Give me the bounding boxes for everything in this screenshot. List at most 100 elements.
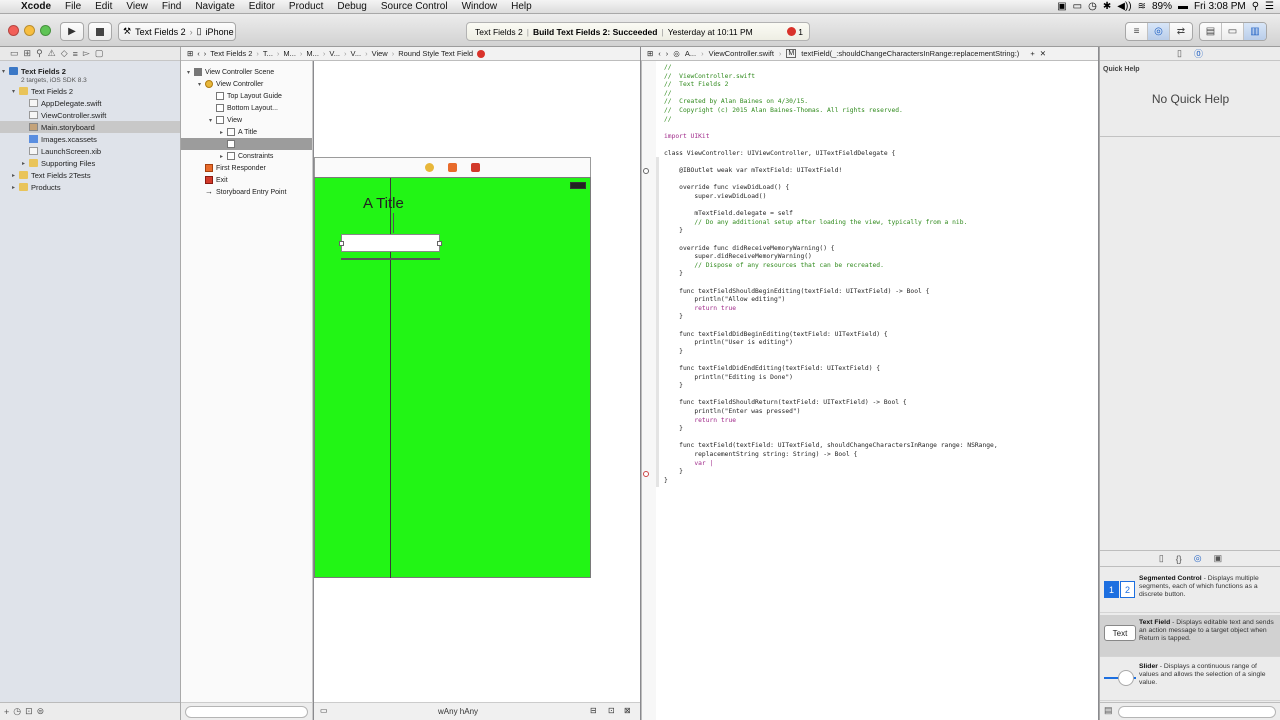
outlet-connection-icon[interactable] [643,168,649,174]
jump-crumb[interactable]: V... [351,49,362,58]
menu-file[interactable]: File [58,1,88,12]
scheme-selector[interactable]: ⚒ Text Fields 2 › ▯ iPhone 6 [118,22,236,41]
jump-crumb[interactable]: T... [263,49,273,58]
related-items-icon[interactable]: ⊞ [187,49,193,58]
size-class-toggle[interactable]: wAny hAny [438,707,478,716]
battery-percent[interactable]: 89% [1152,1,1172,12]
filter-icon[interactable]: ⊜ [37,706,45,717]
scm-icon[interactable]: ⊡ [25,706,33,717]
outline-item[interactable]: ▸ A Title [181,126,312,138]
menu-find[interactable]: Find [155,1,188,12]
editor-mode-segmented[interactable]: ≡ ◎ ⇄ [1125,22,1193,41]
disclosure-icon[interactable]: ▸ [218,153,225,160]
jump-crumb[interactable]: M... [306,49,319,58]
battery-icon[interactable]: ▬ [1178,1,1188,12]
library-item[interactable]: 1 2 Segmented Control - Displays multiple … [1100,571,1280,613]
resize-handle[interactable] [437,241,442,246]
menu-help[interactable]: Help [504,1,539,12]
jump-crumb[interactable]: View [372,49,388,58]
object-library-icon[interactable]: ◎ [1194,553,1202,564]
menu-editor[interactable]: Editor [242,1,282,12]
search-icon[interactable]: ⚲ [36,48,43,59]
disclosure-icon[interactable]: ▸ [218,129,225,136]
debug-icon[interactable]: ≡ [73,49,78,59]
menu-source-control[interactable]: Source Control [374,1,455,12]
outline-item[interactable]: First Responder [181,162,312,174]
error-indicator[interactable]: 1 [787,27,809,37]
time-machine-icon[interactable]: ◷ [1088,1,1097,12]
assistant-editor-icon[interactable]: ◎ [1148,23,1170,40]
menu-view[interactable]: View [119,1,155,12]
volume-icon[interactable]: ◀)) [1117,1,1131,12]
file-inspector-icon[interactable]: ▯ [1177,48,1182,59]
warning-icon[interactable] [477,49,486,58]
navigator-item[interactable]: ▸ Supporting Files [0,157,180,169]
disclosure-icon[interactable]: ▾ [185,69,192,76]
resize-handle[interactable] [339,241,344,246]
version-editor-icon[interactable]: ⇄ [1170,23,1192,40]
navigator-item[interactable]: ▾ Text Fields 2 [0,85,180,97]
zoom-window-button[interactable] [40,25,51,36]
disclosure-icon[interactable]: ▾ [10,88,17,95]
status-menu-icon[interactable]: ▣ [1057,1,1066,12]
navigator-item[interactable]: Main.storyboard [0,121,180,133]
recent-icon[interactable]: ◷ [13,706,21,717]
spotlight-icon[interactable]: ⚲ [1252,1,1259,12]
disclosure-icon[interactable]: ▸ [10,184,17,191]
display-icon[interactable]: ▭ [1073,1,1082,12]
menu-window[interactable]: Window [455,1,505,12]
back-icon[interactable]: ‹ [197,49,200,58]
pin-icon[interactable]: ⊡ [608,706,615,715]
align-icon[interactable]: ⊟ [590,706,597,715]
related-items-icon[interactable]: ⊞ [647,49,653,58]
title-label[interactable]: A Title [363,195,404,212]
notification-center-icon[interactable]: ☰ [1265,1,1274,12]
jump-crumb-current[interactable]: textField(_:shouldChangeCharactersInRang… [801,49,1019,58]
standard-editor-icon[interactable]: ≡ [1126,23,1148,40]
navigator-item[interactable]: AppDelegate.swift [0,97,180,109]
stop-button[interactable] [88,22,112,41]
jump-crumb[interactable]: A... [685,49,696,58]
jump-crumb-current[interactable]: Round Style Text Field [398,49,473,58]
navigator-item[interactable]: ▸ Products [0,181,180,193]
outline-item[interactable]: ▾ View [181,114,312,126]
close-window-button[interactable] [8,25,19,36]
automatic-icon[interactable]: ◎ [673,49,680,58]
forward-icon[interactable]: › [666,49,669,58]
file-template-icon[interactable]: ▯ [1159,553,1164,564]
issue-icon[interactable]: ⚠ [48,48,56,59]
disclosure-icon[interactable]: ▾ [196,81,203,88]
report-icon[interactable]: ▢ [95,48,104,59]
view-toggle-segmented[interactable]: ▤ ▭ ▥ [1199,22,1267,41]
outline-toggle-icon[interactable]: ▭ [320,706,328,715]
minimize-window-button[interactable] [24,25,35,36]
folder-icon[interactable]: ▭ [10,48,19,59]
exit-icon[interactable] [471,163,480,172]
code-snippet-icon[interactable]: {} [1176,554,1182,564]
first-responder-icon[interactable] [448,163,457,172]
breakpoint-icon[interactable]: ▻ [83,48,90,59]
outline-filter-field[interactable] [185,706,308,718]
error-marker-icon[interactable] [643,471,649,477]
quick-help-icon[interactable]: ⓪ [1194,47,1203,60]
library-filter-field[interactable] [1118,706,1276,718]
clock[interactable]: Fri 3:08 PM [1194,1,1246,12]
outline-item[interactable]: Bottom Layout... [181,102,312,114]
back-icon[interactable]: ‹ [658,49,661,58]
close-editor-icon[interactable]: ✕ [1040,49,1046,58]
menu-edit[interactable]: Edit [88,1,119,12]
symbol-icon[interactable]: ⊞ [24,48,32,59]
debug-area-toggle-icon[interactable]: ▭ [1222,23,1244,40]
jump-crumb[interactable]: M... [283,49,296,58]
navigator-item[interactable]: ▸ Text Fields 2Tests [0,169,180,181]
menu-app-xcode[interactable]: Xcode [14,1,58,12]
jump-crumb[interactable]: ViewController.swift [709,49,774,58]
test-icon[interactable]: ◇ [61,48,68,59]
media-library-icon[interactable]: ▣ [1214,553,1223,564]
navigator-item[interactable]: LaunchScreen.xib [0,145,180,157]
outline-item[interactable]: → Storyboard Entry Point [181,186,312,198]
run-button[interactable]: ▶ [60,22,84,41]
wifi-icon[interactable]: ≋ [1138,1,1146,12]
view-controller-icon[interactable] [425,163,434,172]
grid-toggle-icon[interactable]: ▤ [1104,705,1113,716]
